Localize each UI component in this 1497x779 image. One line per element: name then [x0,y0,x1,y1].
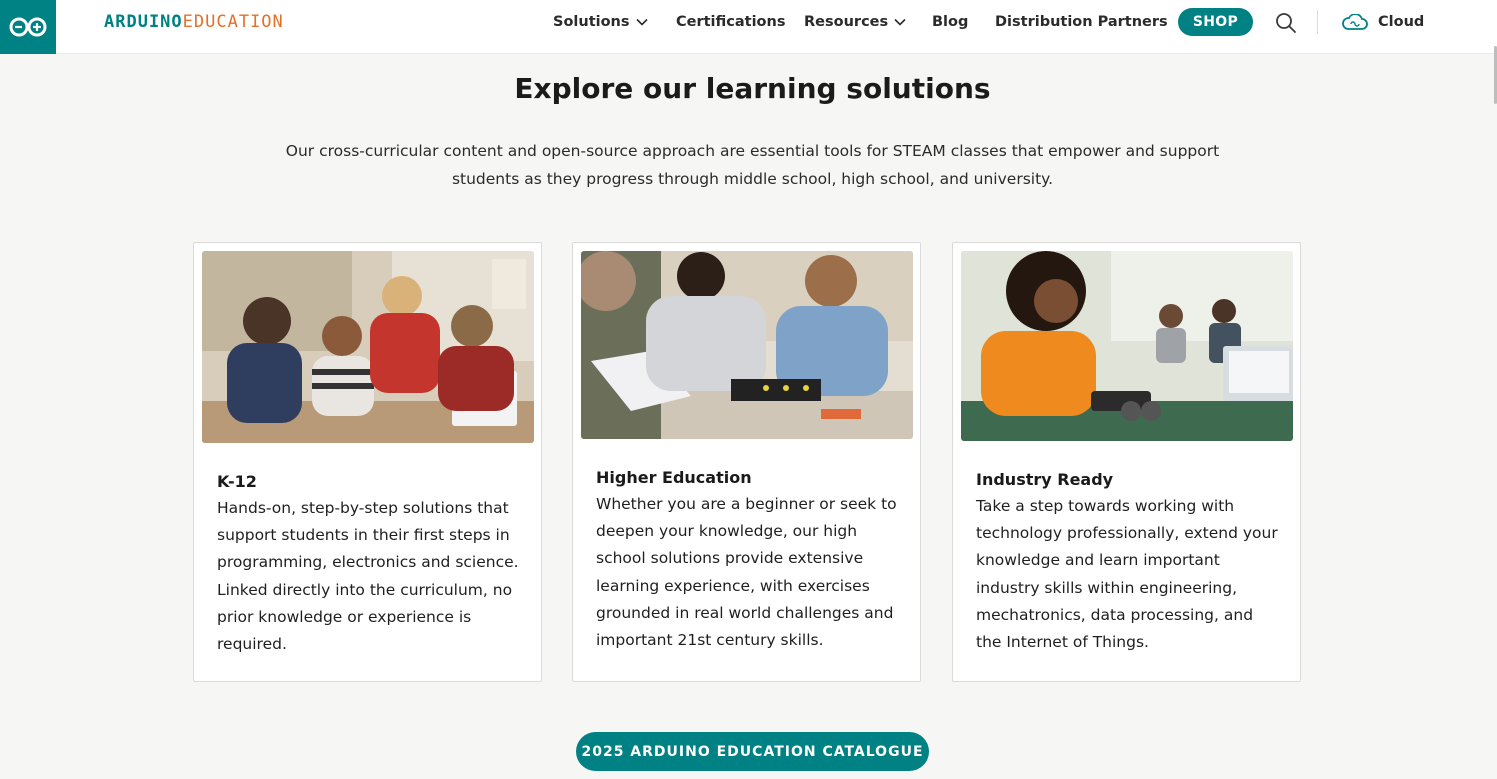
nav-blog[interactable]: Blog [932,0,968,44]
nav-resources-label: Resources [804,14,889,30]
shop-button[interactable]: SHOP [1178,8,1253,36]
brand-wordmark-education: EDUCATION [182,12,284,32]
solution-card-k12[interactable]: K-12 Hands-on, step-by-step solutions th… [193,242,542,682]
card-description: Hands-on, step-by-step solutions that su… [217,499,519,654]
nav-solutions-label: Solutions [553,14,630,30]
search-icon[interactable] [1275,12,1297,34]
solution-card-higher-education[interactable]: Higher Education Whether you are a begin… [572,242,921,682]
chevron-down-icon [635,18,648,26]
card-title: Higher Education [596,468,752,487]
intro-line-2: students as they progress through middle… [451,170,1054,188]
higher-education-photo [581,251,913,439]
site-header: ARDUINOEDUCATION Solutions Certification… [0,0,1497,54]
nav-distribution-partners-label: Distribution Partners [995,14,1168,30]
k12-classroom-photo [202,251,534,443]
brand-wordmark-arduino: ARDUINO [104,12,183,32]
chevron-down-icon [894,18,906,26]
nav-resources[interactable]: Resources [804,0,906,44]
cloud-icon [1342,14,1368,30]
industry-ready-photo [961,251,1293,441]
solution-card-industry-ready[interactable]: Industry Ready Take a step towards worki… [952,242,1301,682]
arduino-logo-icon[interactable] [0,0,56,54]
nav-blog-label: Blog [932,14,969,30]
card-description: Take a step towards working with technol… [976,497,1278,652]
nav-solutions[interactable]: Solutions [553,0,648,44]
header-divider [1317,10,1318,34]
cloud-link[interactable]: Cloud [1342,0,1424,44]
card-title: Industry Ready [976,470,1114,489]
intro-line-1: Our cross-curricular content and open-so… [285,142,1220,160]
nav-distribution-partners[interactable]: Distribution Partners [995,0,1168,44]
brand-wordmark[interactable]: ARDUINOEDUCATION [104,12,284,32]
catalogue-button[interactable]: 2025 ARDUINO EDUCATION CATALOGUE [576,732,929,771]
nav-certifications-label: Certifications [676,14,786,30]
nav-certifications[interactable]: Certifications [676,0,785,44]
card-title: K-12 [217,472,257,491]
card-description: Whether you are a beginner or seek to de… [596,495,897,650]
page-title: Explore our learning solutions [514,72,991,105]
intro-paragraph: Our cross-curricular content and open-so… [280,137,1225,193]
cloud-label: Cloud [1378,14,1425,30]
